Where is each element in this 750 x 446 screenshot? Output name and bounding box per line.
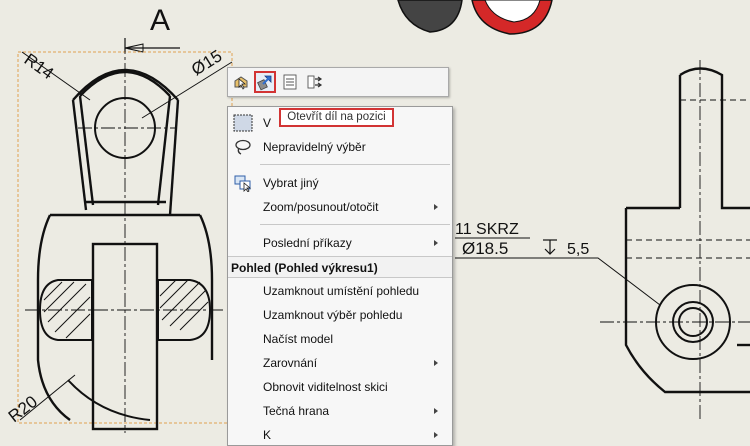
dim-phi15[interactable]: Ø15 xyxy=(188,46,225,79)
hole-diameter-label[interactable]: Ø18.5 xyxy=(462,239,508,258)
depth-icon xyxy=(543,239,557,255)
dim-r20[interactable]: R20 xyxy=(5,392,41,426)
right-view-part xyxy=(624,67,750,394)
menu-item-lock-view-position-label: Uzamknout umístění pohledu xyxy=(263,284,420,298)
menu-item-recent-commands-label: Poslední příkazy xyxy=(263,236,352,250)
menu-section-header: Pohled (Pohled výkresu1) xyxy=(228,256,452,278)
menu-item-zoom-pan-rotate[interactable]: Zoom/posunout/otočit xyxy=(228,196,452,218)
menu-item-tangent-edge[interactable]: Tečná hrana xyxy=(228,400,452,422)
rebuild-icon xyxy=(307,75,323,89)
context-toolbar xyxy=(227,67,449,97)
model-preview-fragment xyxy=(397,0,553,35)
open-part-icon xyxy=(257,75,272,91)
submenu-arrow-icon xyxy=(434,240,438,246)
menu-item-refresh-sketch-visibility-label: Obnovit viditelnost skici xyxy=(263,380,388,394)
menu-item-select-other-label: Vybrat jiný xyxy=(263,176,319,190)
menu-item-lasso-select[interactable]: Nepravidelný výběr xyxy=(228,136,452,158)
open-part-button[interactable] xyxy=(254,71,276,93)
menu-item-recent-commands[interactable]: Poslední příkazy xyxy=(228,232,452,254)
right-view-hidden-lines xyxy=(626,99,750,259)
menu-item-refresh-sketch-visibility[interactable]: Obnovit viditelnost skici xyxy=(228,376,452,398)
select-other-icon xyxy=(234,175,252,192)
context-menu: V Nepravidelný výběr Vybrat jiný Zoom/po… xyxy=(227,106,453,446)
menu-item-alignment[interactable]: Zarovnání xyxy=(228,352,452,374)
dimension-leaders xyxy=(19,51,233,421)
menu-item-zoom-pan-rotate-label: Zoom/posunout/otočit xyxy=(263,200,379,214)
menu-item-load-model[interactable]: Načíst model xyxy=(228,328,452,350)
menu-item-tangent-edge-label: Tečná hrana xyxy=(263,404,330,418)
menu-item-load-model-label: Načíst model xyxy=(263,332,334,346)
menu-separator xyxy=(260,224,450,225)
menu-item-lasso-select-label: Nepravidelný výběr xyxy=(263,140,366,154)
tooltip-open-part: Otevřít díl na pozici xyxy=(279,108,394,127)
section-label: A xyxy=(150,4,170,37)
select-part-icon xyxy=(234,76,248,90)
hole-count-label[interactable]: 11 SKRZ xyxy=(455,221,519,238)
menu-item-cut-off[interactable]: K xyxy=(228,424,452,446)
rebuild-button[interactable] xyxy=(303,71,325,93)
menu-item-select-label: V xyxy=(263,116,272,130)
center-lines xyxy=(25,40,225,433)
section-arrow xyxy=(124,38,180,53)
section-hatch xyxy=(43,279,209,339)
hole-depth-label[interactable]: 5,5 xyxy=(567,241,589,258)
properties-icon xyxy=(283,74,297,90)
menu-item-select-other[interactable]: Vybrat jiný xyxy=(228,172,452,194)
menu-item-lock-view-focus[interactable]: Uzamknout výběr pohledu xyxy=(228,304,452,326)
menu-item-alignment-label: Zarovnání xyxy=(263,356,318,370)
submenu-arrow-icon xyxy=(434,408,438,414)
submenu-arrow-icon xyxy=(434,204,438,210)
select-part-button[interactable] xyxy=(231,71,253,93)
menu-separator xyxy=(260,164,450,165)
submenu-arrow-icon xyxy=(434,360,438,366)
menu-item-lock-view-focus-label: Uzamknout výběr pohledu xyxy=(263,308,403,322)
properties-button[interactable] xyxy=(279,71,301,93)
select-box-icon xyxy=(233,114,253,132)
lasso-icon xyxy=(235,139,251,155)
menu-item-cut-off-label: K xyxy=(263,428,272,442)
menu-item-lock-view-position[interactable]: Uzamknout umístění pohledu xyxy=(228,280,452,302)
